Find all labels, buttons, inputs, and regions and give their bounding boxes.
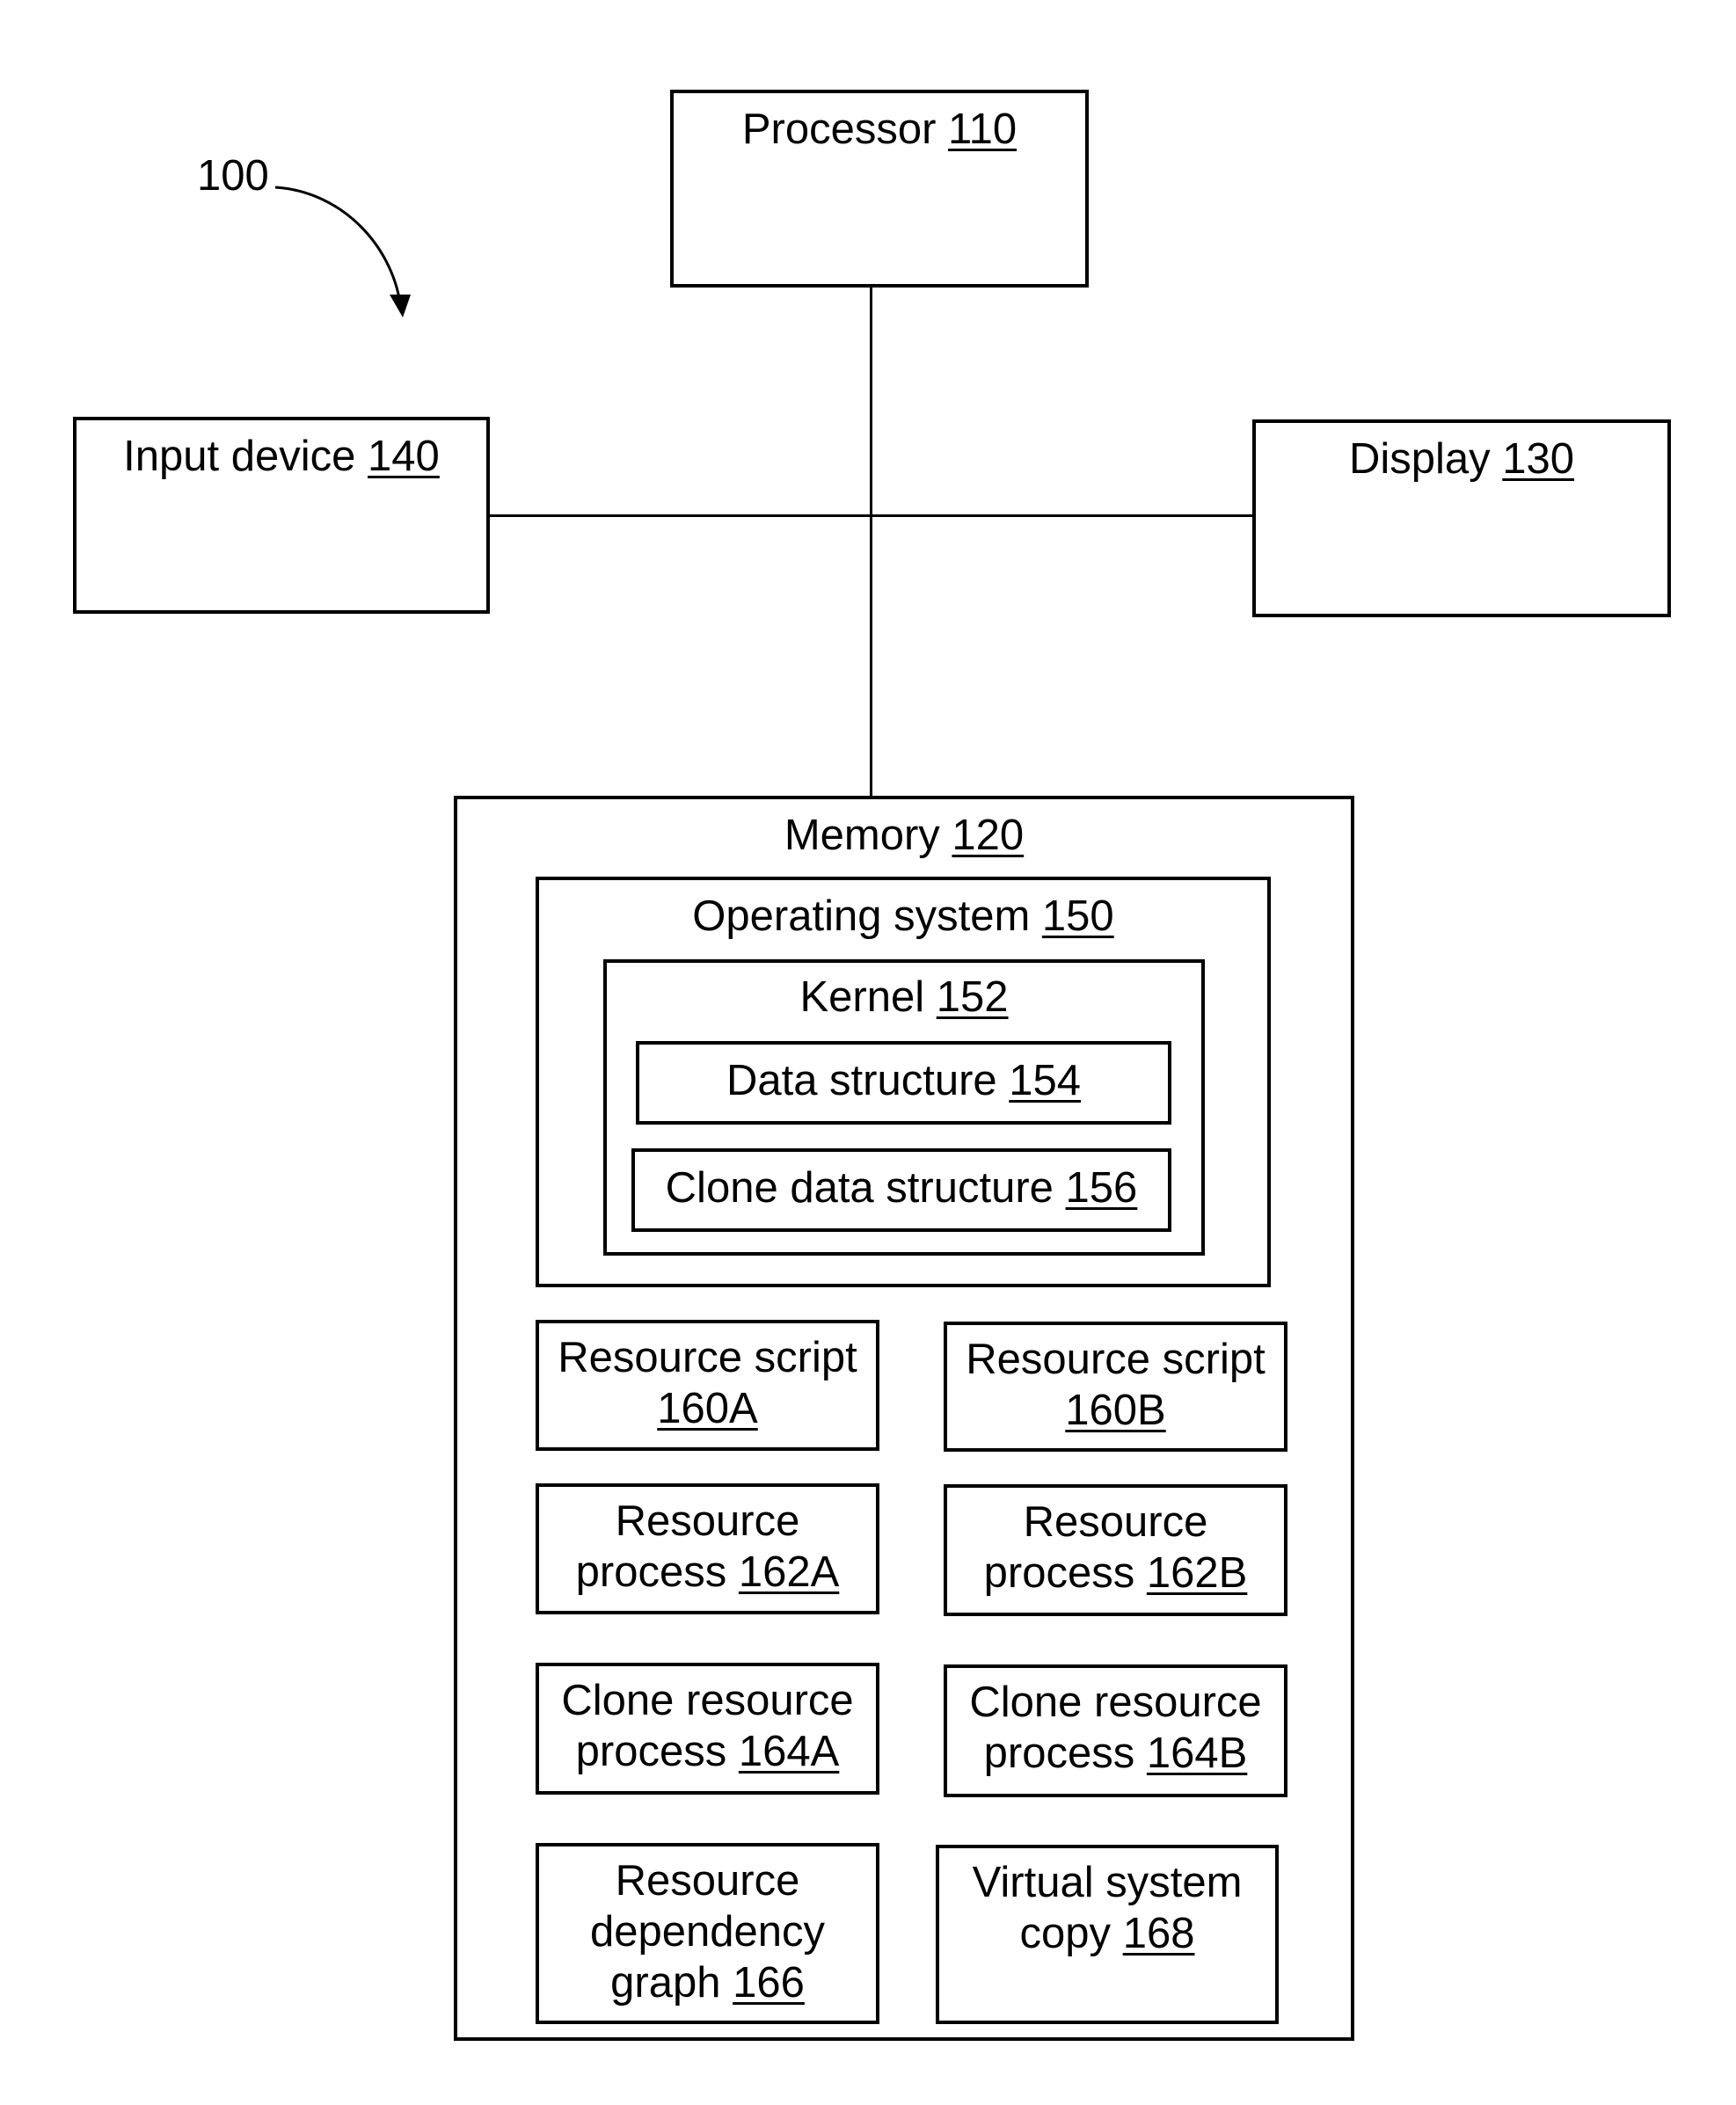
display-box: Display 130 [1252, 419, 1671, 617]
resource-process-a-box: Resource process 162A [536, 1483, 879, 1614]
resource-script-a-line1: Resource script [558, 1334, 857, 1381]
clone-resource-process-a-line1: Clone resource [561, 1677, 854, 1724]
dependency-graph-line3: graph 166 [610, 1959, 805, 2007]
resource-process-a-line1: Resource [615, 1497, 800, 1545]
resource-script-a-box: Resource script 160A [536, 1320, 879, 1451]
virtual-copy-line1: Virtual system [972, 1859, 1243, 1906]
processor-label: Processor 110 [741, 106, 1018, 153]
dependency-graph-line2: dependency [589, 1908, 825, 1956]
clone-resource-process-b-line1: Clone resource [969, 1679, 1262, 1726]
resource-dependency-graph-box: Resource dependency graph 166 [536, 1843, 879, 2024]
resource-script-b-box: Resource script 160B [944, 1322, 1287, 1452]
input-device-box: Input device 140 [73, 417, 490, 614]
clone-resource-process-b-line2: process 164B [983, 1730, 1248, 1777]
resource-script-b-ref: 160B [1065, 1387, 1166, 1434]
memory-label: Memory 120 [784, 812, 1025, 859]
input-device-label: Input device 140 [123, 433, 440, 480]
virtual-copy-line2: copy 168 [1019, 1910, 1195, 1957]
operating-system-label: Operating system 150 [692, 892, 1114, 940]
resource-script-b-line1: Resource script [966, 1336, 1266, 1383]
processor-box: Processor 110 [670, 90, 1089, 288]
virtual-system-copy-box: Virtual system copy 168 [936, 1845, 1279, 2024]
data-structure-box: Data structure 154 [636, 1041, 1171, 1125]
resource-process-b-line2: process 162B [983, 1549, 1248, 1597]
display-label: Display 130 [1348, 435, 1575, 483]
dependency-graph-line1: Resource [615, 1857, 800, 1905]
resource-process-a-line2: process 162A [575, 1548, 840, 1596]
clone-resource-process-b-box: Clone resource process 164B [944, 1664, 1287, 1797]
clone-resource-process-a-box: Clone resource process 164A [536, 1663, 879, 1795]
clone-resource-process-a-line2: process 164A [575, 1728, 840, 1775]
resource-process-b-box: Resource process 162B [944, 1484, 1287, 1616]
clone-data-structure-box: Clone data structure 156 [631, 1148, 1171, 1232]
resource-process-b-line1: Resource [1023, 1498, 1208, 1546]
data-structure-label: Data structure 154 [726, 1057, 1082, 1104]
clone-data-structure-label: Clone data structure 156 [665, 1164, 1138, 1212]
resource-script-a-ref: 160A [657, 1385, 758, 1432]
kernel-label: Kernel 152 [799, 973, 1009, 1021]
